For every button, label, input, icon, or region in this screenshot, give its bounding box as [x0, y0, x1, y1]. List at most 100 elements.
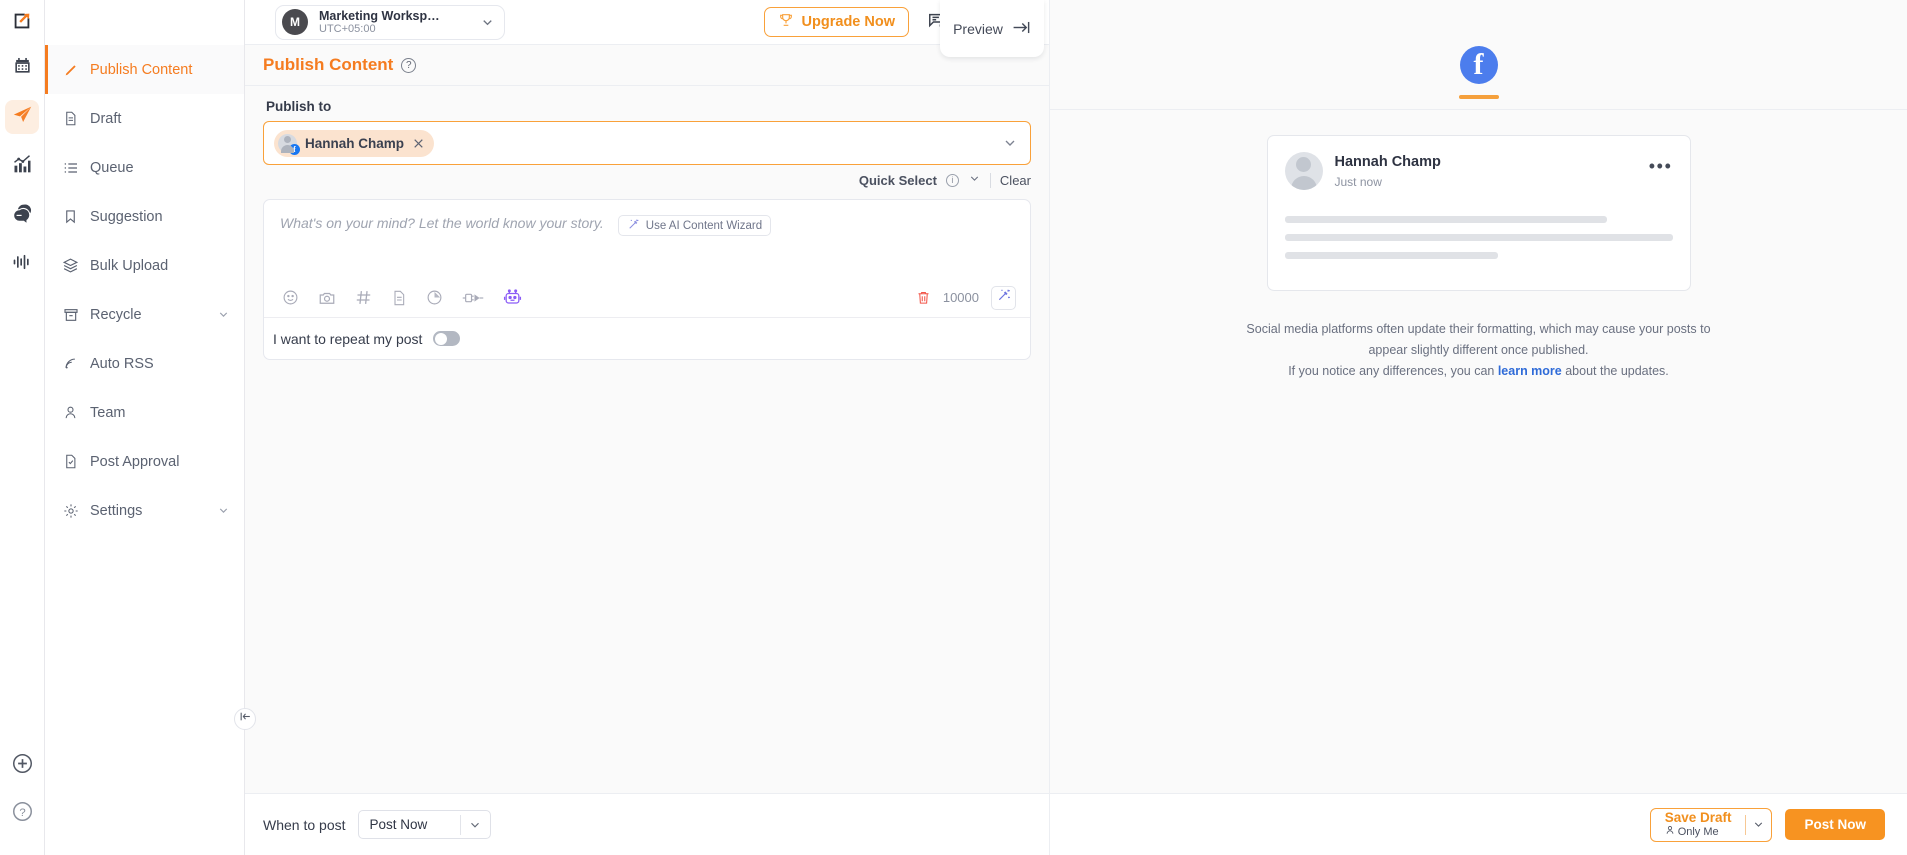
repeat-post-toggle[interactable]	[433, 331, 461, 346]
sidebar-item-draft[interactable]: Draft	[45, 94, 244, 143]
app-root: ? Publish Content Draft Queue Suggestion…	[0, 0, 1907, 855]
question-mark-icon[interactable]: ?	[401, 57, 417, 73]
post-author: Hannah Champ	[1334, 154, 1441, 170]
workspace-avatar: M	[282, 9, 308, 35]
save-draft-visibility: Only Me	[1665, 825, 1732, 838]
sidebar-item-queue[interactable]: Queue	[45, 143, 244, 192]
sidebar-item-team[interactable]: Team	[45, 388, 244, 437]
rss-icon	[62, 355, 79, 372]
avatar	[1284, 152, 1323, 190]
disclaimer-line-3-post: about the updates.	[1561, 364, 1669, 378]
chevron-down-icon[interactable]	[217, 504, 230, 517]
hashtag-icon[interactable]	[355, 289, 372, 306]
magic-wand-button[interactable]	[991, 285, 1016, 310]
tab-facebook[interactable]: f	[1458, 46, 1499, 99]
sidebar-item-label: Auto RSS	[90, 355, 154, 372]
sidebar-item-recycle[interactable]: Recycle	[45, 290, 244, 339]
rail-item-publish[interactable]	[5, 100, 39, 134]
rail-item-add[interactable]	[6, 749, 40, 783]
close-icon[interactable]	[412, 137, 425, 150]
sidebar-item-label: Queue	[90, 159, 134, 176]
magic-wand-icon	[997, 288, 1011, 307]
chevron-down-icon[interactable]	[968, 172, 981, 188]
sidebar-item-settings[interactable]: Settings	[45, 486, 244, 535]
rail-item-analytics[interactable]	[5, 149, 39, 183]
sidebar-item-bulk-upload[interactable]: Bulk Upload	[45, 241, 244, 290]
rail-item-listening[interactable]	[5, 247, 39, 281]
facebook-preview-card: Hannah Champ Just now •••	[1266, 135, 1691, 291]
sidebar-item-post-approval[interactable]: Post Approval	[45, 437, 244, 486]
plug-icon[interactable]	[462, 290, 484, 306]
preview-disclaimer: Social media platforms often update thei…	[1236, 319, 1722, 382]
person-icon	[62, 404, 79, 421]
chevron-down-icon[interactable]	[1746, 809, 1771, 841]
divider	[989, 172, 991, 188]
workspace-selector[interactable]: M Marketing Workspa... UTC+05:00	[275, 4, 505, 40]
robot-icon[interactable]	[503, 288, 522, 307]
sidebar-item-label: Suggestion	[90, 208, 163, 225]
rail-bottom-group: ?	[0, 749, 45, 845]
chevron-down-icon[interactable]	[217, 308, 230, 321]
document-icon[interactable]	[391, 290, 407, 306]
rail-item-help[interactable]: ?	[6, 797, 40, 831]
save-draft-sub-label: Only Me	[1677, 825, 1719, 838]
workspace-timezone: UTC+05:00	[319, 22, 376, 35]
clear-button[interactable]: Clear	[1000, 173, 1031, 188]
post-now-button[interactable]: Post Now	[1785, 809, 1885, 840]
gear-icon	[62, 502, 79, 519]
when-to-post-value: Post Now	[369, 817, 428, 832]
post-header: Hannah Champ Just now •••	[1284, 152, 1673, 192]
collapse-right-icon	[1012, 20, 1031, 38]
upgrade-now-button[interactable]: Upgrade Now	[763, 7, 909, 37]
composer-input[interactable]: What's on your mind? Let the world know …	[264, 200, 1030, 278]
more-dots-icon[interactable]: •••	[1649, 152, 1673, 175]
sidebar-item-label: Settings	[90, 502, 143, 519]
pencil-icon	[62, 61, 79, 78]
info-icon[interactable]: i	[945, 173, 959, 187]
when-to-post-select[interactable]: Post Now	[357, 810, 491, 839]
chevron-down-icon[interactable]	[1002, 135, 1018, 151]
sidebar-item-auto-rss[interactable]: Auto RSS	[45, 339, 244, 388]
chat-bubbles-icon	[12, 203, 32, 228]
emoji-icon[interactable]	[282, 289, 299, 306]
archive-box-icon	[62, 306, 79, 323]
character-count: 10000	[942, 290, 979, 305]
chevron-down-icon[interactable]	[461, 818, 490, 832]
toolbar-icons	[282, 288, 522, 307]
sidebar-item-label: Publish Content	[90, 61, 193, 78]
app-logo-icon[interactable]	[11, 10, 33, 37]
plus-circle-icon	[12, 753, 33, 779]
sidebar-item-label: Team	[90, 404, 126, 421]
paper-plane-icon	[12, 104, 33, 130]
ai-content-wizard-button[interactable]: Use AI Content Wizard	[617, 215, 772, 236]
placeholder-line	[1284, 216, 1607, 223]
chevron-down-icon[interactable]	[480, 15, 495, 30]
composer-toolbar: 10000	[264, 278, 1030, 318]
learn-more-link[interactable]: learn more	[1498, 364, 1562, 378]
quick-select-label[interactable]: Quick Select	[859, 173, 937, 188]
camera-icon[interactable]	[318, 289, 336, 307]
save-draft-button[interactable]: Save Draft Only Me	[1649, 807, 1773, 842]
document-check-icon	[62, 453, 79, 470]
clock-pie-icon[interactable]	[426, 289, 443, 306]
sidebar-item-suggestion[interactable]: Suggestion	[45, 192, 244, 241]
page-header: Publish Content ?	[245, 45, 1049, 86]
rail-item-inbox[interactable]	[5, 198, 39, 232]
avatar: f	[278, 133, 300, 155]
person-icon	[1665, 825, 1675, 838]
trash-icon[interactable]	[916, 290, 931, 305]
svg-text:?: ?	[19, 807, 25, 819]
rail-item-calendar[interactable]	[5, 51, 39, 85]
publish-to-select[interactable]: f Hannah Champ	[263, 121, 1031, 165]
action-bar: Save Draft Only Me Post Now	[1050, 793, 1907, 855]
preview-toggle-button[interactable]: Preview	[940, 0, 1044, 57]
facebook-icon: f	[1459, 46, 1498, 84]
account-name: Hannah Champ	[305, 135, 405, 151]
sidebar-item-publish-content[interactable]: Publish Content	[45, 45, 244, 94]
top-bar: M Marketing Workspa... UTC+05:00 Upgrade…	[245, 0, 1049, 45]
toggle-knob	[435, 332, 448, 345]
bookmark-icon	[62, 208, 79, 225]
schedule-bar: When to post Post Now	[245, 793, 1049, 855]
audio-waveform-icon	[12, 252, 32, 277]
sidebar-collapse-button[interactable]	[234, 708, 256, 730]
